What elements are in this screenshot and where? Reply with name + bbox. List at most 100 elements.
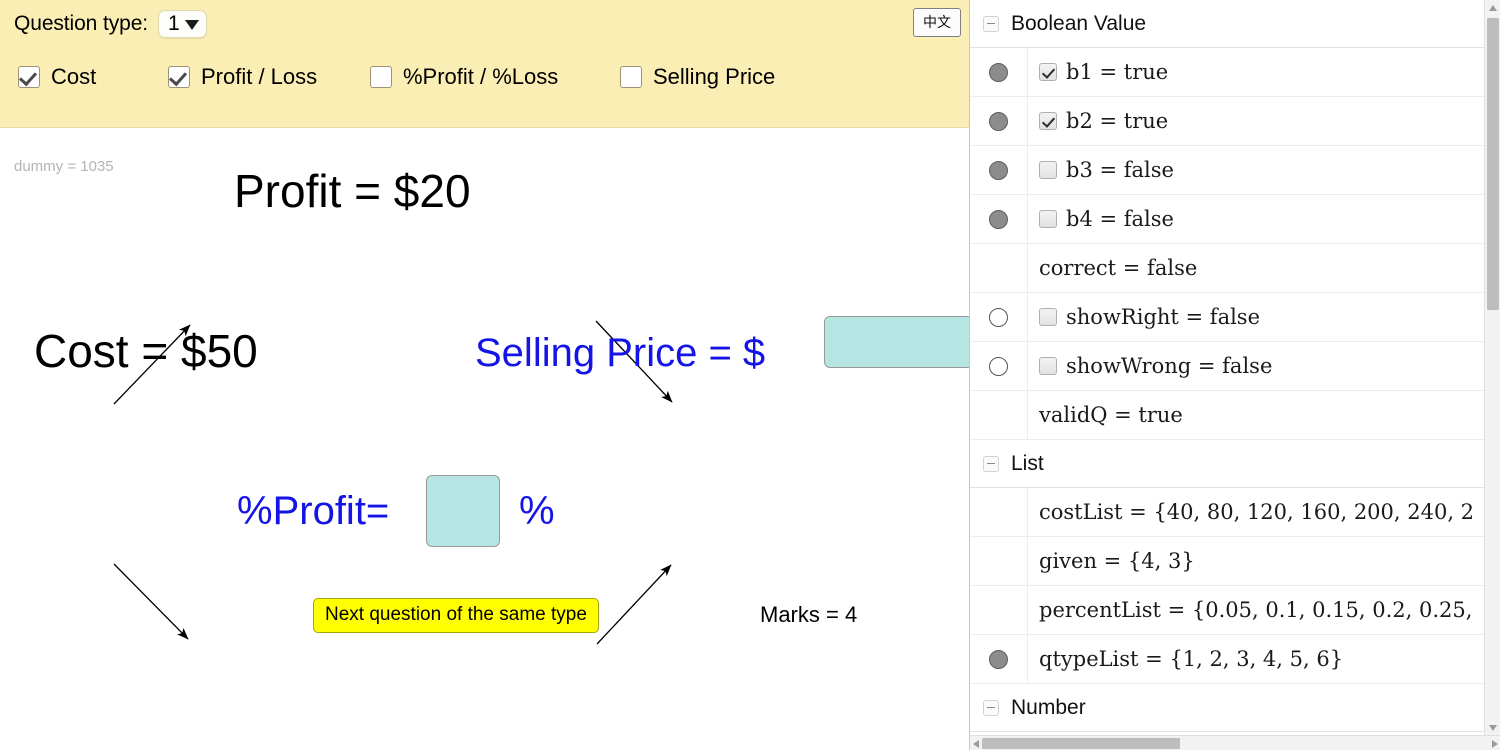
- checkbox-percent-profit-loss[interactable]: %Profit / %Loss: [370, 64, 558, 90]
- algebra-row-text: given = {4, 3}: [1039, 549, 1195, 573]
- marble-cell: [970, 244, 1028, 292]
- marble-cell: [970, 537, 1028, 585]
- visibility-marble-icon[interactable]: [989, 356, 1008, 376]
- checkbox-cost[interactable]: Cost: [18, 64, 96, 90]
- arrow-layer: [113, 320, 673, 645]
- marble-cell: [970, 586, 1028, 634]
- marble-cell: [970, 635, 1028, 683]
- percent-profit-input[interactable]: [426, 475, 500, 547]
- row-content: correct = false: [1028, 256, 1484, 280]
- selling-price-label-text: Selling Price = $: [475, 331, 766, 375]
- cost-equation-text: Cost = $50: [34, 325, 258, 377]
- boolean-checkbox[interactable]: [1039, 112, 1057, 130]
- group-title-list: List: [1011, 451, 1044, 475]
- marble-cell: [970, 97, 1028, 145]
- algebra-row[interactable]: correct = false: [970, 244, 1484, 293]
- checkbox-profit-loss-label: Profit / Loss: [201, 64, 318, 89]
- chevron-down-icon: [184, 19, 199, 30]
- group-header-number[interactable]: Number: [970, 684, 1484, 732]
- group-header-boolean-value[interactable]: Boolean Value: [970, 0, 1484, 48]
- algebra-view: Boolean Value b1 = true b2 = true b3 = f…: [969, 0, 1500, 750]
- dummy-value-text: dummy = 1035: [14, 158, 114, 175]
- algebra-row[interactable]: showWrong = false: [970, 342, 1484, 391]
- algebra-row-text: correct = false: [1039, 256, 1198, 280]
- visibility-marble-icon[interactable]: [989, 307, 1008, 327]
- visibility-marble-icon[interactable]: [989, 62, 1008, 82]
- checkbox-profit-loss[interactable]: Profit / Loss: [168, 64, 317, 90]
- marble-cell: [970, 195, 1028, 243]
- app-root: Question type: 1 中文 Cost Profit / Loss %…: [0, 0, 1500, 750]
- algebra-row[interactable]: given = {4, 3}: [970, 537, 1484, 586]
- algebra-horizontal-scrollbar[interactable]: [970, 735, 1500, 750]
- question-type-value: 1: [168, 12, 180, 35]
- checkbox-selling-price-label: Selling Price: [653, 64, 776, 89]
- boolean-checkbox[interactable]: [1039, 63, 1057, 81]
- next-question-button[interactable]: Next question of the same type: [313, 598, 599, 633]
- checkbox-selling-price-box[interactable]: [620, 66, 642, 88]
- checkbox-cost-box[interactable]: [18, 66, 40, 88]
- row-content: qtypeList = {1, 2, 3, 4, 5, 6}: [1028, 647, 1484, 671]
- row-content: given = {4, 3}: [1028, 549, 1484, 573]
- marks-text: Marks = 4: [760, 602, 858, 627]
- algebra-row-text: b4 = false: [1066, 207, 1174, 231]
- group-title-number: Number: [1011, 695, 1086, 719]
- question-type-label: Question type:: [14, 12, 149, 35]
- algebra-row-text: percentList = {0.05, 0.1, 0.15, 0.2, 0.2…: [1039, 598, 1473, 622]
- scroll-right-arrow-icon[interactable]: [1492, 740, 1498, 748]
- percent-profit-label-text: %Profit=: [237, 489, 390, 533]
- marble-cell: [970, 293, 1028, 341]
- selling-price-input[interactable]: [824, 316, 969, 368]
- question-canvas: dummy = 1035 Profit = $20 Cost = $50 Sel…: [0, 128, 969, 750]
- boolean-checkbox[interactable]: [1039, 308, 1057, 326]
- question-type-row: Question type: 1: [14, 10, 207, 38]
- visibility-marble-icon[interactable]: [989, 160, 1008, 180]
- algebra-row[interactable]: costList = {40, 80, 120, 160, 200, 240, …: [970, 488, 1484, 537]
- collapse-minus-icon[interactable]: [983, 15, 999, 32]
- algebra-vertical-scrollbar[interactable]: [1484, 0, 1500, 736]
- visibility-marble-icon[interactable]: [989, 209, 1008, 229]
- algebra-row-text: b3 = false: [1066, 158, 1174, 182]
- collapse-minus-icon[interactable]: [983, 455, 999, 472]
- vertical-scroll-thumb[interactable]: [1487, 18, 1499, 310]
- algebra-row[interactable]: qtypeList = {1, 2, 3, 4, 5, 6}: [970, 635, 1484, 684]
- algebra-object-list: Boolean Value b1 = true b2 = true b3 = f…: [970, 0, 1484, 736]
- checkbox-profit-loss-box[interactable]: [168, 66, 190, 88]
- visibility-marble-icon[interactable]: [989, 111, 1008, 131]
- algebra-row[interactable]: validQ = true: [970, 391, 1484, 440]
- checkbox-cost-label: Cost: [51, 64, 97, 89]
- algebra-row[interactable]: b3 = false: [970, 146, 1484, 195]
- checkbox-selling-price[interactable]: Selling Price: [620, 64, 775, 90]
- algebra-row[interactable]: showRight = false: [970, 293, 1484, 342]
- boolean-checkbox[interactable]: [1039, 161, 1057, 179]
- group-header-list[interactable]: List: [970, 440, 1484, 488]
- boolean-checkbox[interactable]: [1039, 357, 1057, 375]
- scroll-left-arrow-icon[interactable]: [973, 740, 979, 748]
- algebra-row[interactable]: b2 = true: [970, 97, 1484, 146]
- row-content: costList = {40, 80, 120, 160, 200, 240, …: [1028, 500, 1484, 524]
- algebra-row-text: validQ = true: [1039, 403, 1183, 427]
- boolean-checkbox[interactable]: [1039, 210, 1057, 228]
- horizontal-scroll-thumb[interactable]: [982, 738, 1180, 749]
- row-content: showWrong = false: [1028, 354, 1484, 378]
- checkbox-percent-profit-loss-box[interactable]: [370, 66, 392, 88]
- profit-equation-text: Profit = $20: [234, 165, 471, 217]
- algebra-row[interactable]: b4 = false: [970, 195, 1484, 244]
- collapse-minus-icon[interactable]: [983, 699, 999, 716]
- row-content: validQ = true: [1028, 403, 1484, 427]
- row-content: b1 = true: [1028, 60, 1484, 84]
- visibility-marble-icon[interactable]: [989, 649, 1008, 669]
- question-type-dropdown[interactable]: 1: [158, 10, 207, 38]
- algebra-row-text: showWrong = false: [1066, 354, 1273, 378]
- algebra-row-text: showRight = false: [1066, 305, 1261, 329]
- algebra-row-text: qtypeList = {1, 2, 3, 4, 5, 6}: [1039, 647, 1344, 671]
- scroll-down-arrow-icon[interactable]: [1489, 725, 1497, 731]
- algebra-row[interactable]: b1 = true: [970, 48, 1484, 97]
- row-content: showRight = false: [1028, 305, 1484, 329]
- scroll-up-arrow-icon[interactable]: [1489, 5, 1497, 11]
- language-toggle-button[interactable]: 中文: [913, 8, 961, 37]
- question-header-bar: Question type: 1 中文 Cost Profit / Loss %…: [0, 0, 969, 128]
- marble-cell: [970, 342, 1028, 390]
- algebra-row[interactable]: percentList = {0.05, 0.1, 0.15, 0.2, 0.2…: [970, 586, 1484, 635]
- group-title-boolean-value: Boolean Value: [1011, 11, 1147, 35]
- arrow-cost-to-percent-profit: [113, 563, 189, 640]
